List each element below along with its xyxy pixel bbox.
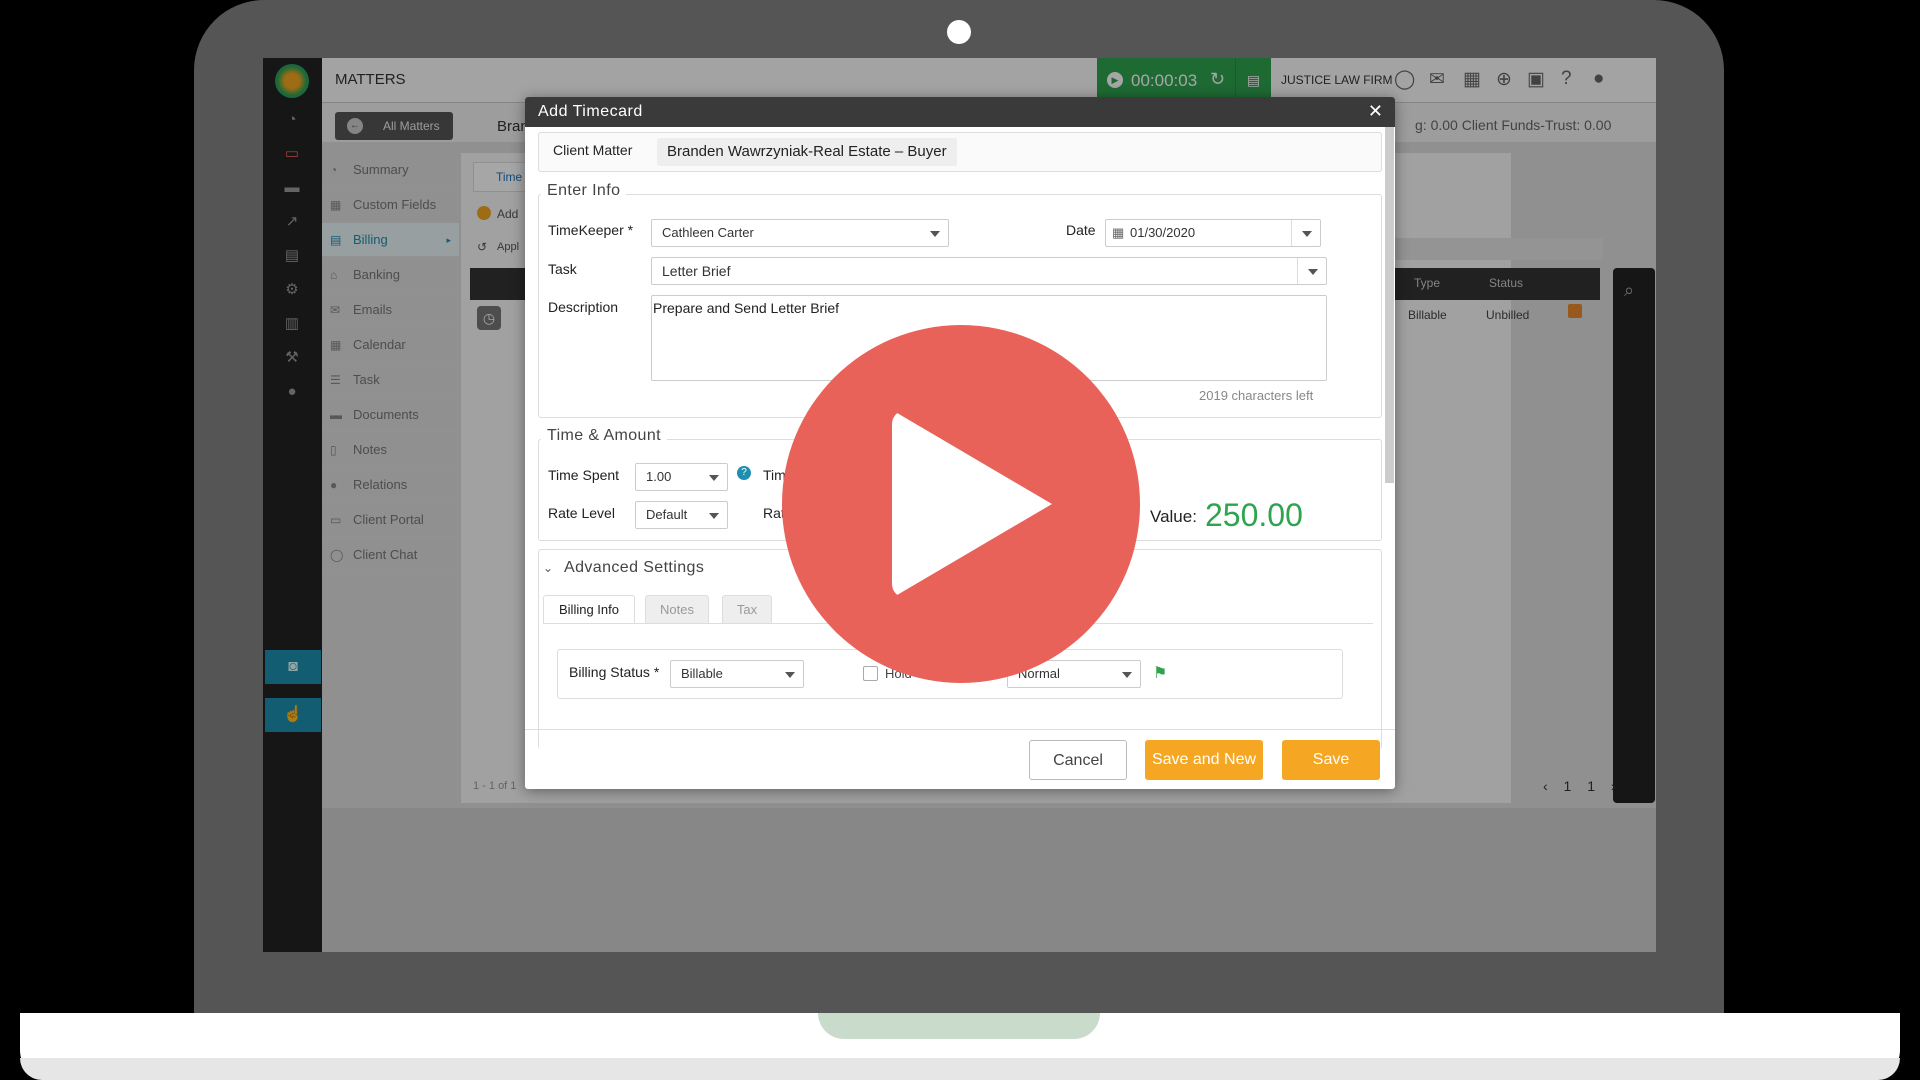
laptop-notch (818, 1013, 1100, 1039)
rate-level-select[interactable]: Default (635, 501, 728, 529)
cancel-button[interactable]: Cancel (1029, 740, 1127, 780)
characters-left: 2019 characters left (1199, 388, 1314, 403)
date-value: 01/30/2020 (1130, 225, 1196, 240)
time-spent-select[interactable]: 1.00 (635, 463, 728, 491)
task-value: Letter Brief (662, 263, 731, 279)
description-label: Description (548, 299, 619, 315)
chevron-down-icon (709, 513, 719, 519)
hold-checkbox[interactable] (863, 666, 878, 681)
time-spent-label: Time Spent (548, 467, 620, 483)
chevron-down-icon (785, 672, 795, 678)
rate-level-value: Default (646, 507, 688, 522)
enter-info-legend: Enter Info (541, 182, 627, 200)
advanced-settings-legend[interactable]: Advanced Settings (558, 559, 710, 577)
value-amount: 250.00 (1205, 497, 1303, 533)
chevron-down-icon (1122, 672, 1132, 678)
task-select[interactable]: Letter Brief (651, 257, 1327, 285)
chevron-down-icon (1308, 269, 1318, 275)
play-icon[interactable] (892, 410, 1052, 598)
laptop-base-shade (20, 1058, 1900, 1080)
billing-status-label: Billing Status * (569, 664, 660, 680)
value-label: Value: (1150, 507, 1197, 526)
flag-icon[interactable]: ⚑ (1153, 663, 1167, 683)
save-button[interactable]: Save (1282, 740, 1380, 780)
billing-status-value: Billable (681, 666, 723, 681)
calendar-icon: ▦ (1112, 225, 1125, 240)
rate-level-label: Rate Level (548, 505, 615, 521)
tab-tax[interactable]: Tax (722, 595, 772, 623)
chevron-down-icon[interactable]: ⌄ (543, 561, 553, 575)
close-icon[interactable]: ✕ (1368, 102, 1383, 120)
timekeeper-label: TimeKeeper * (548, 222, 634, 238)
date-label: Date (1066, 222, 1096, 238)
footer-divider (525, 729, 1395, 730)
time-amount-legend: Time & Amount (541, 427, 667, 445)
tab-billing-info[interactable]: Billing Info (543, 595, 635, 623)
help-icon[interactable]: ? (737, 466, 751, 480)
billing-status-select[interactable]: Billable (670, 660, 804, 688)
task-label: Task (548, 261, 577, 277)
timekeeper-value: Cathleen Carter (662, 225, 754, 240)
client-matter-value: Branden Wawrzyniak-Real Estate – Buyer (657, 138, 957, 166)
timekeeper-select[interactable]: Cathleen Carter (651, 219, 949, 247)
time-field-label: Tim (763, 467, 786, 483)
camera-dot (947, 20, 971, 44)
chevron-down-icon (1302, 231, 1312, 237)
tab-notes[interactable]: Notes (645, 595, 709, 623)
dialog-scrollbar[interactable] (1385, 127, 1394, 483)
chevron-down-icon (930, 231, 940, 237)
date-picker[interactable]: ▦ 01/30/2020 (1105, 219, 1321, 247)
dialog-title: Add Timecard (525, 97, 1395, 127)
save-and-new-button[interactable]: Save and New (1145, 740, 1263, 780)
time-spent-value: 1.00 (646, 469, 672, 484)
client-matter-label: Client Matter (553, 142, 633, 158)
chevron-down-icon (709, 475, 719, 481)
